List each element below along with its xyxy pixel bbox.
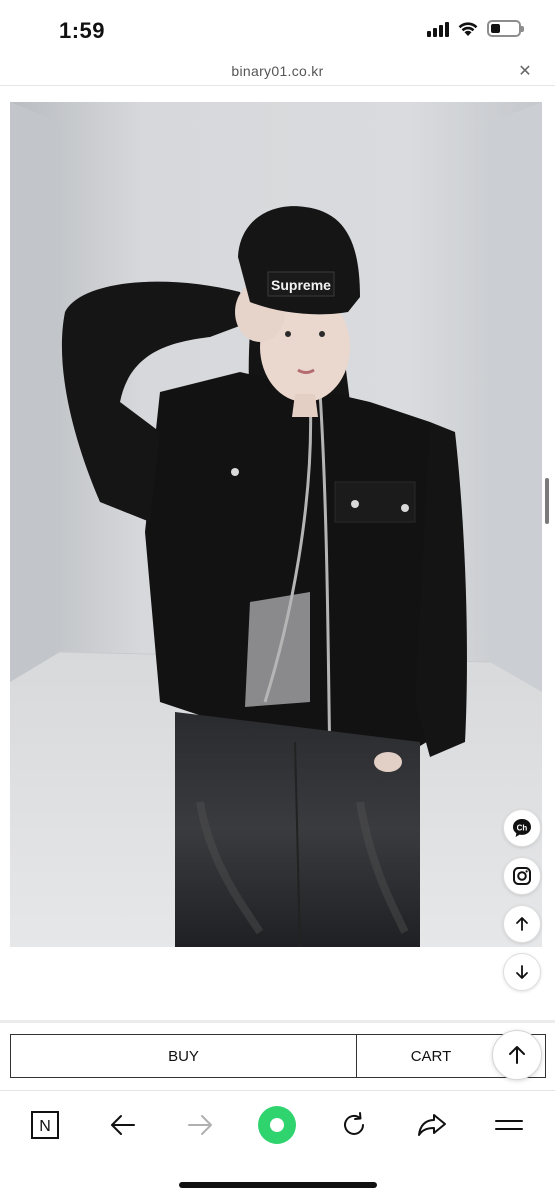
arrow-up-icon — [516, 917, 528, 931]
close-icon[interactable]: ✕ — [515, 61, 535, 81]
refresh-button[interactable] — [334, 1105, 374, 1145]
channel-talk-icon: Ch — [513, 819, 531, 837]
battery-icon — [487, 20, 524, 37]
browser-toolbar: N — [0, 1091, 555, 1161]
channel-talk-button[interactable]: Ch — [503, 809, 541, 847]
forward-arrow-icon — [188, 1115, 212, 1135]
scroll-up-button[interactable] — [503, 905, 541, 943]
scrollbar-thumb[interactable] — [545, 478, 549, 524]
wifi-icon — [458, 21, 478, 36]
refresh-icon — [344, 1112, 364, 1135]
naver-n-label: N — [39, 1118, 51, 1135]
green-dot-button[interactable] — [257, 1105, 297, 1145]
share-icon — [418, 1114, 446, 1136]
buy-button[interactable]: BUY — [11, 1035, 357, 1077]
scroll-down-button[interactable] — [503, 953, 541, 991]
channel-talk-label: Ch — [517, 824, 528, 833]
product-photo-illustration: Supreme — [10, 102, 542, 947]
arrow-up-icon — [509, 1046, 525, 1064]
naver-n-icon: N — [31, 1111, 59, 1139]
instagram-button[interactable] — [503, 857, 541, 895]
home-indicator[interactable] — [179, 1182, 377, 1188]
instagram-icon — [513, 867, 531, 885]
signal-icon — [427, 21, 449, 37]
product-image: Supreme — [10, 102, 542, 947]
url-text[interactable]: binary01.co.kr — [0, 63, 555, 79]
menu-button[interactable] — [489, 1105, 529, 1145]
purchase-bar: BUY CART — [10, 1034, 546, 1078]
green-dot-icon — [258, 1106, 296, 1144]
share-button[interactable] — [412, 1105, 452, 1145]
back-button[interactable] — [103, 1105, 143, 1145]
arrow-down-icon — [516, 965, 528, 979]
naver-home-button[interactable]: N — [25, 1105, 65, 1145]
divider — [0, 1020, 555, 1023]
forward-button[interactable] — [180, 1105, 220, 1145]
beanie-logo-text: Supreme — [271, 277, 331, 293]
scroll-to-top-button[interactable] — [492, 1030, 542, 1080]
status-time: 1:59 — [59, 18, 106, 43]
menu-icon — [495, 1120, 523, 1130]
back-arrow-icon — [111, 1115, 135, 1135]
status-bar: 1:59 — [0, 0, 555, 58]
status-icons — [427, 20, 524, 37]
url-bar[interactable]: binary01.co.kr ✕ — [0, 58, 555, 86]
